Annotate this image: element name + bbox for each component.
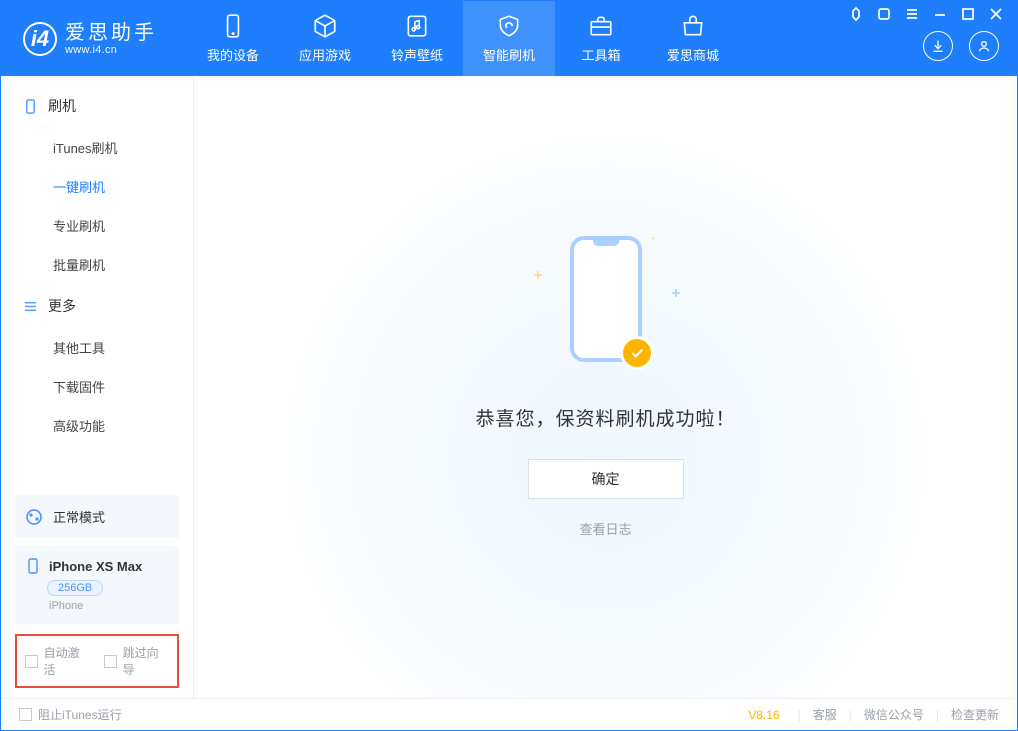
sidebar-item-one-click-flash[interactable]: 一键刷机 (1, 167, 193, 206)
maximize-icon[interactable] (961, 7, 975, 21)
tab-label: 爱思商城 (667, 45, 719, 64)
tab-apps-games[interactable]: 应用游戏 (279, 1, 371, 76)
menu-icon[interactable] (905, 7, 919, 21)
main-content: 恭喜您，保资料刷机成功啦！ 确定 查看日志 (194, 76, 1017, 698)
brand-name: 爱思助手 (65, 22, 157, 44)
tab-label: 智能刷机 (483, 45, 535, 64)
group-label: 刷机 (48, 96, 76, 116)
sidebar-item-advanced[interactable]: 高级功能 (1, 406, 193, 445)
tab-label: 我的设备 (207, 45, 259, 64)
sparkle-icon (651, 228, 656, 233)
checkbox-auto-activate[interactable]: 自动激活 (25, 644, 90, 678)
device-info-box[interactable]: iPhone XS Max 256GB iPhone (15, 546, 179, 624)
status-bar: 阻止iTunes运行 V8.16 | 客服 | 微信公众号 | 检查更新 (1, 698, 1017, 730)
flash-options-row: 自动激活 跳过向导 (15, 634, 179, 688)
checkbox-label: 自动激活 (44, 644, 90, 678)
sidebar-item-batch-flash[interactable]: 批量刷机 (1, 245, 193, 284)
download-manager-button[interactable] (923, 31, 953, 61)
success-message: 恭喜您，保资料刷机成功啦！ (475, 404, 735, 431)
music-icon (404, 13, 430, 39)
checkbox-block-itunes[interactable]: 阻止iTunes运行 (19, 706, 122, 723)
device-type: iPhone (49, 600, 169, 612)
refresh-shield-icon (496, 13, 522, 39)
tab-store[interactable]: 爱思商城 (647, 1, 739, 76)
sidebar: 刷机 iTunes刷机 一键刷机 专业刷机 批量刷机 更多 其他工具 下载固件 … (1, 76, 194, 698)
sparkle-icon (672, 284, 680, 292)
phone-icon (220, 13, 246, 39)
device-name: iPhone XS Max (49, 559, 142, 574)
phone-small-icon (25, 558, 41, 574)
skin-icon[interactable] (877, 7, 891, 21)
version-label: V8.16 (748, 708, 779, 722)
footer-link-update[interactable]: 检查更新 (951, 706, 999, 723)
tab-toolbox[interactable]: 工具箱 (555, 1, 647, 76)
sidebar-item-other-tools[interactable]: 其他工具 (1, 328, 193, 367)
success-illustration (570, 236, 642, 362)
ok-button[interactable]: 确定 (528, 459, 684, 499)
sidebar-group-more[interactable]: 更多 (1, 284, 193, 328)
device-icon (23, 99, 38, 114)
sidebar-group-flash[interactable]: 刷机 (1, 84, 193, 128)
device-capacity: 256GB (47, 580, 103, 596)
footer-link-support[interactable]: 客服 (813, 706, 837, 723)
device-mode-box[interactable]: 正常模式 (15, 495, 179, 538)
close-icon[interactable] (989, 7, 1003, 21)
window-controls (849, 7, 1003, 21)
list-icon (23, 299, 38, 314)
toolbox-icon (588, 13, 614, 39)
footer-link-wechat[interactable]: 微信公众号 (864, 706, 924, 723)
sidebar-item-download-firmware[interactable]: 下载固件 (1, 367, 193, 406)
tab-label: 应用游戏 (299, 45, 351, 64)
checkbox-skip-guide[interactable]: 跳过向导 (104, 644, 169, 678)
view-log-link[interactable]: 查看日志 (579, 519, 631, 538)
brand-logo-icon: i4 (23, 22, 57, 56)
checkmark-badge-icon (620, 336, 654, 370)
sparkle-icon (534, 266, 542, 274)
mode-icon (25, 508, 43, 526)
tab-ringtones[interactable]: 铃声壁纸 (371, 1, 463, 76)
minimize-icon[interactable] (933, 7, 947, 21)
brand: i4 爱思助手 www.i4.cn (23, 22, 157, 56)
checkbox-label: 跳过向导 (123, 644, 169, 678)
sidebar-item-itunes-flash[interactable]: iTunes刷机 (1, 128, 193, 167)
brand-url: www.i4.cn (65, 44, 157, 56)
header-right (923, 17, 999, 61)
checkbox-label: 阻止iTunes运行 (38, 706, 122, 723)
sidebar-item-pro-flash[interactable]: 专业刷机 (1, 206, 193, 245)
cube-icon (312, 13, 338, 39)
account-button[interactable] (969, 31, 999, 61)
title-bar: i4 爱思助手 www.i4.cn 我的设备 应用游戏 铃声壁纸 智能刷机 (1, 1, 1017, 76)
nav-tabs: 我的设备 应用游戏 铃声壁纸 智能刷机 工具箱 爱思商城 (187, 1, 739, 76)
tab-smart-flash[interactable]: 智能刷机 (463, 1, 555, 76)
tab-my-device[interactable]: 我的设备 (187, 1, 279, 76)
tab-label: 铃声壁纸 (391, 45, 443, 64)
group-label: 更多 (48, 296, 76, 316)
store-icon (680, 13, 706, 39)
tab-label: 工具箱 (581, 45, 620, 64)
feedback-icon[interactable] (849, 7, 863, 21)
mode-label: 正常模式 (53, 507, 105, 526)
